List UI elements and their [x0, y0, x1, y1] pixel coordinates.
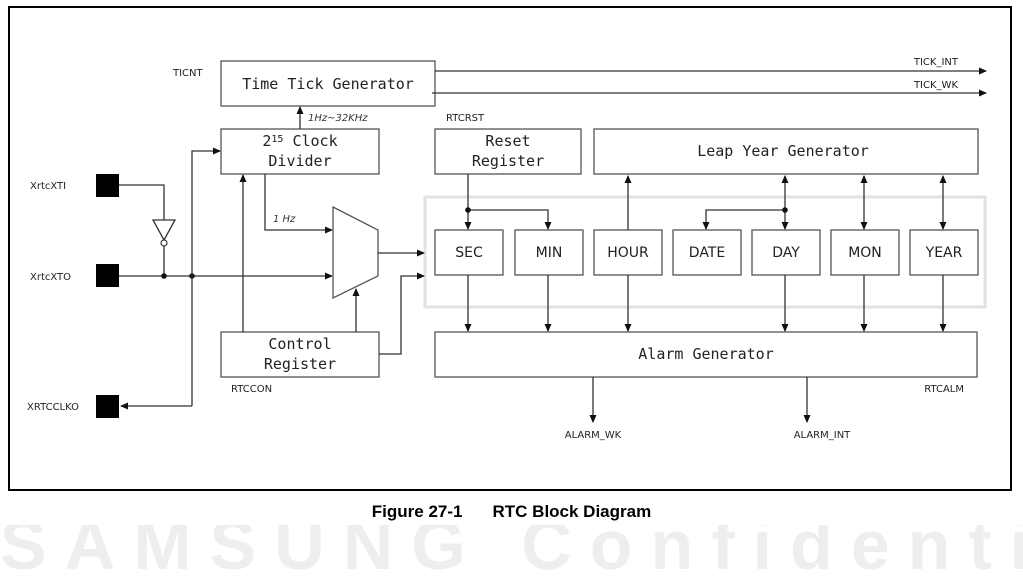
alarm-int-label: ALARM_INT	[794, 430, 851, 441]
time-tick-generator-block: Time Tick Generator	[220, 60, 436, 107]
rtcrst-label: RTCRST	[446, 113, 485, 124]
leap-year-generator-label: Leap Year Generator	[697, 142, 869, 160]
junction-dot	[465, 207, 471, 213]
rtccon-label: RTCCON	[231, 384, 272, 395]
inverter-icon	[151, 219, 177, 242]
figure-caption: Figure 27-1 RTC Block Diagram	[0, 502, 1023, 522]
tick-wk-label: TICK_WK	[913, 80, 958, 91]
clock-divider-block: 215 Clock Divider	[220, 128, 380, 175]
counter-year: YEAR	[909, 229, 979, 276]
clock-mux	[332, 205, 379, 300]
counter-mon: MON	[830, 229, 900, 276]
clk-out-pin-label: XRTCCLKO	[27, 402, 79, 413]
alarm-generator-block: Alarm Generator	[434, 331, 978, 378]
counter-label: DAY	[772, 245, 800, 261]
ticnt-label: TICNT	[172, 68, 204, 79]
counter-label: MIN	[536, 245, 563, 261]
xtal-out-pin-label: XrtcXTO	[30, 272, 71, 283]
figure-number: Figure 27-1	[371, 502, 463, 521]
clock-divider-label-line2: Divider	[268, 152, 331, 170]
rtcalm-label: RTCALM	[924, 384, 964, 395]
one-hz-label: 1 Hz	[273, 214, 296, 225]
xtal-in-pin	[96, 174, 119, 197]
counter-label: HOUR	[607, 245, 649, 261]
junction-dot	[782, 207, 788, 213]
control-register-block: Control Register	[220, 331, 380, 378]
junction-dot	[161, 273, 167, 279]
alarm-wk-label: ALARM_WK	[565, 430, 622, 441]
tick-int-label: TICK_INT	[913, 57, 959, 68]
time-tick-generator-label: Time Tick Generator	[242, 75, 414, 93]
counter-min: MIN	[514, 229, 584, 276]
rtc-block-diagram: Time Tick Generator TICNT TICK_INT TICK_…	[27, 57, 987, 441]
xtal-in-pin-label: XrtcXTI	[30, 181, 66, 192]
reset-register-block: Reset Register	[434, 128, 582, 175]
control-register-label-line1: Control	[268, 335, 331, 353]
control-register-label-line2: Register	[264, 355, 336, 373]
leap-year-generator-block: Leap Year Generator	[593, 128, 979, 175]
figure-title: RTC Block Diagram	[492, 502, 652, 521]
ctrl-to-counter-wire	[379, 272, 425, 355]
counter-label: MON	[848, 245, 882, 261]
reset-register-label-line2: Register	[472, 152, 544, 170]
counter-label: DATE	[689, 245, 725, 261]
freq-range-label: 1Hz~32KHz	[308, 113, 368, 124]
counter-sec: SEC	[434, 229, 504, 276]
counter-day: DAY	[751, 229, 821, 276]
xtal-out-pin	[96, 264, 119, 287]
alarm-generator-label: Alarm Generator	[638, 345, 773, 363]
inverter-bubble	[160, 239, 168, 247]
counter-date: DATE	[672, 229, 742, 276]
clk-out-pin	[96, 395, 119, 418]
reset-register-label-line1: Reset	[485, 132, 530, 150]
xti-wire	[119, 184, 165, 220]
counter-hour: HOUR	[593, 229, 663, 276]
counter-label: SEC	[455, 245, 483, 261]
counter-label: YEAR	[925, 245, 963, 261]
osc-to-divider-wire	[191, 147, 221, 406]
